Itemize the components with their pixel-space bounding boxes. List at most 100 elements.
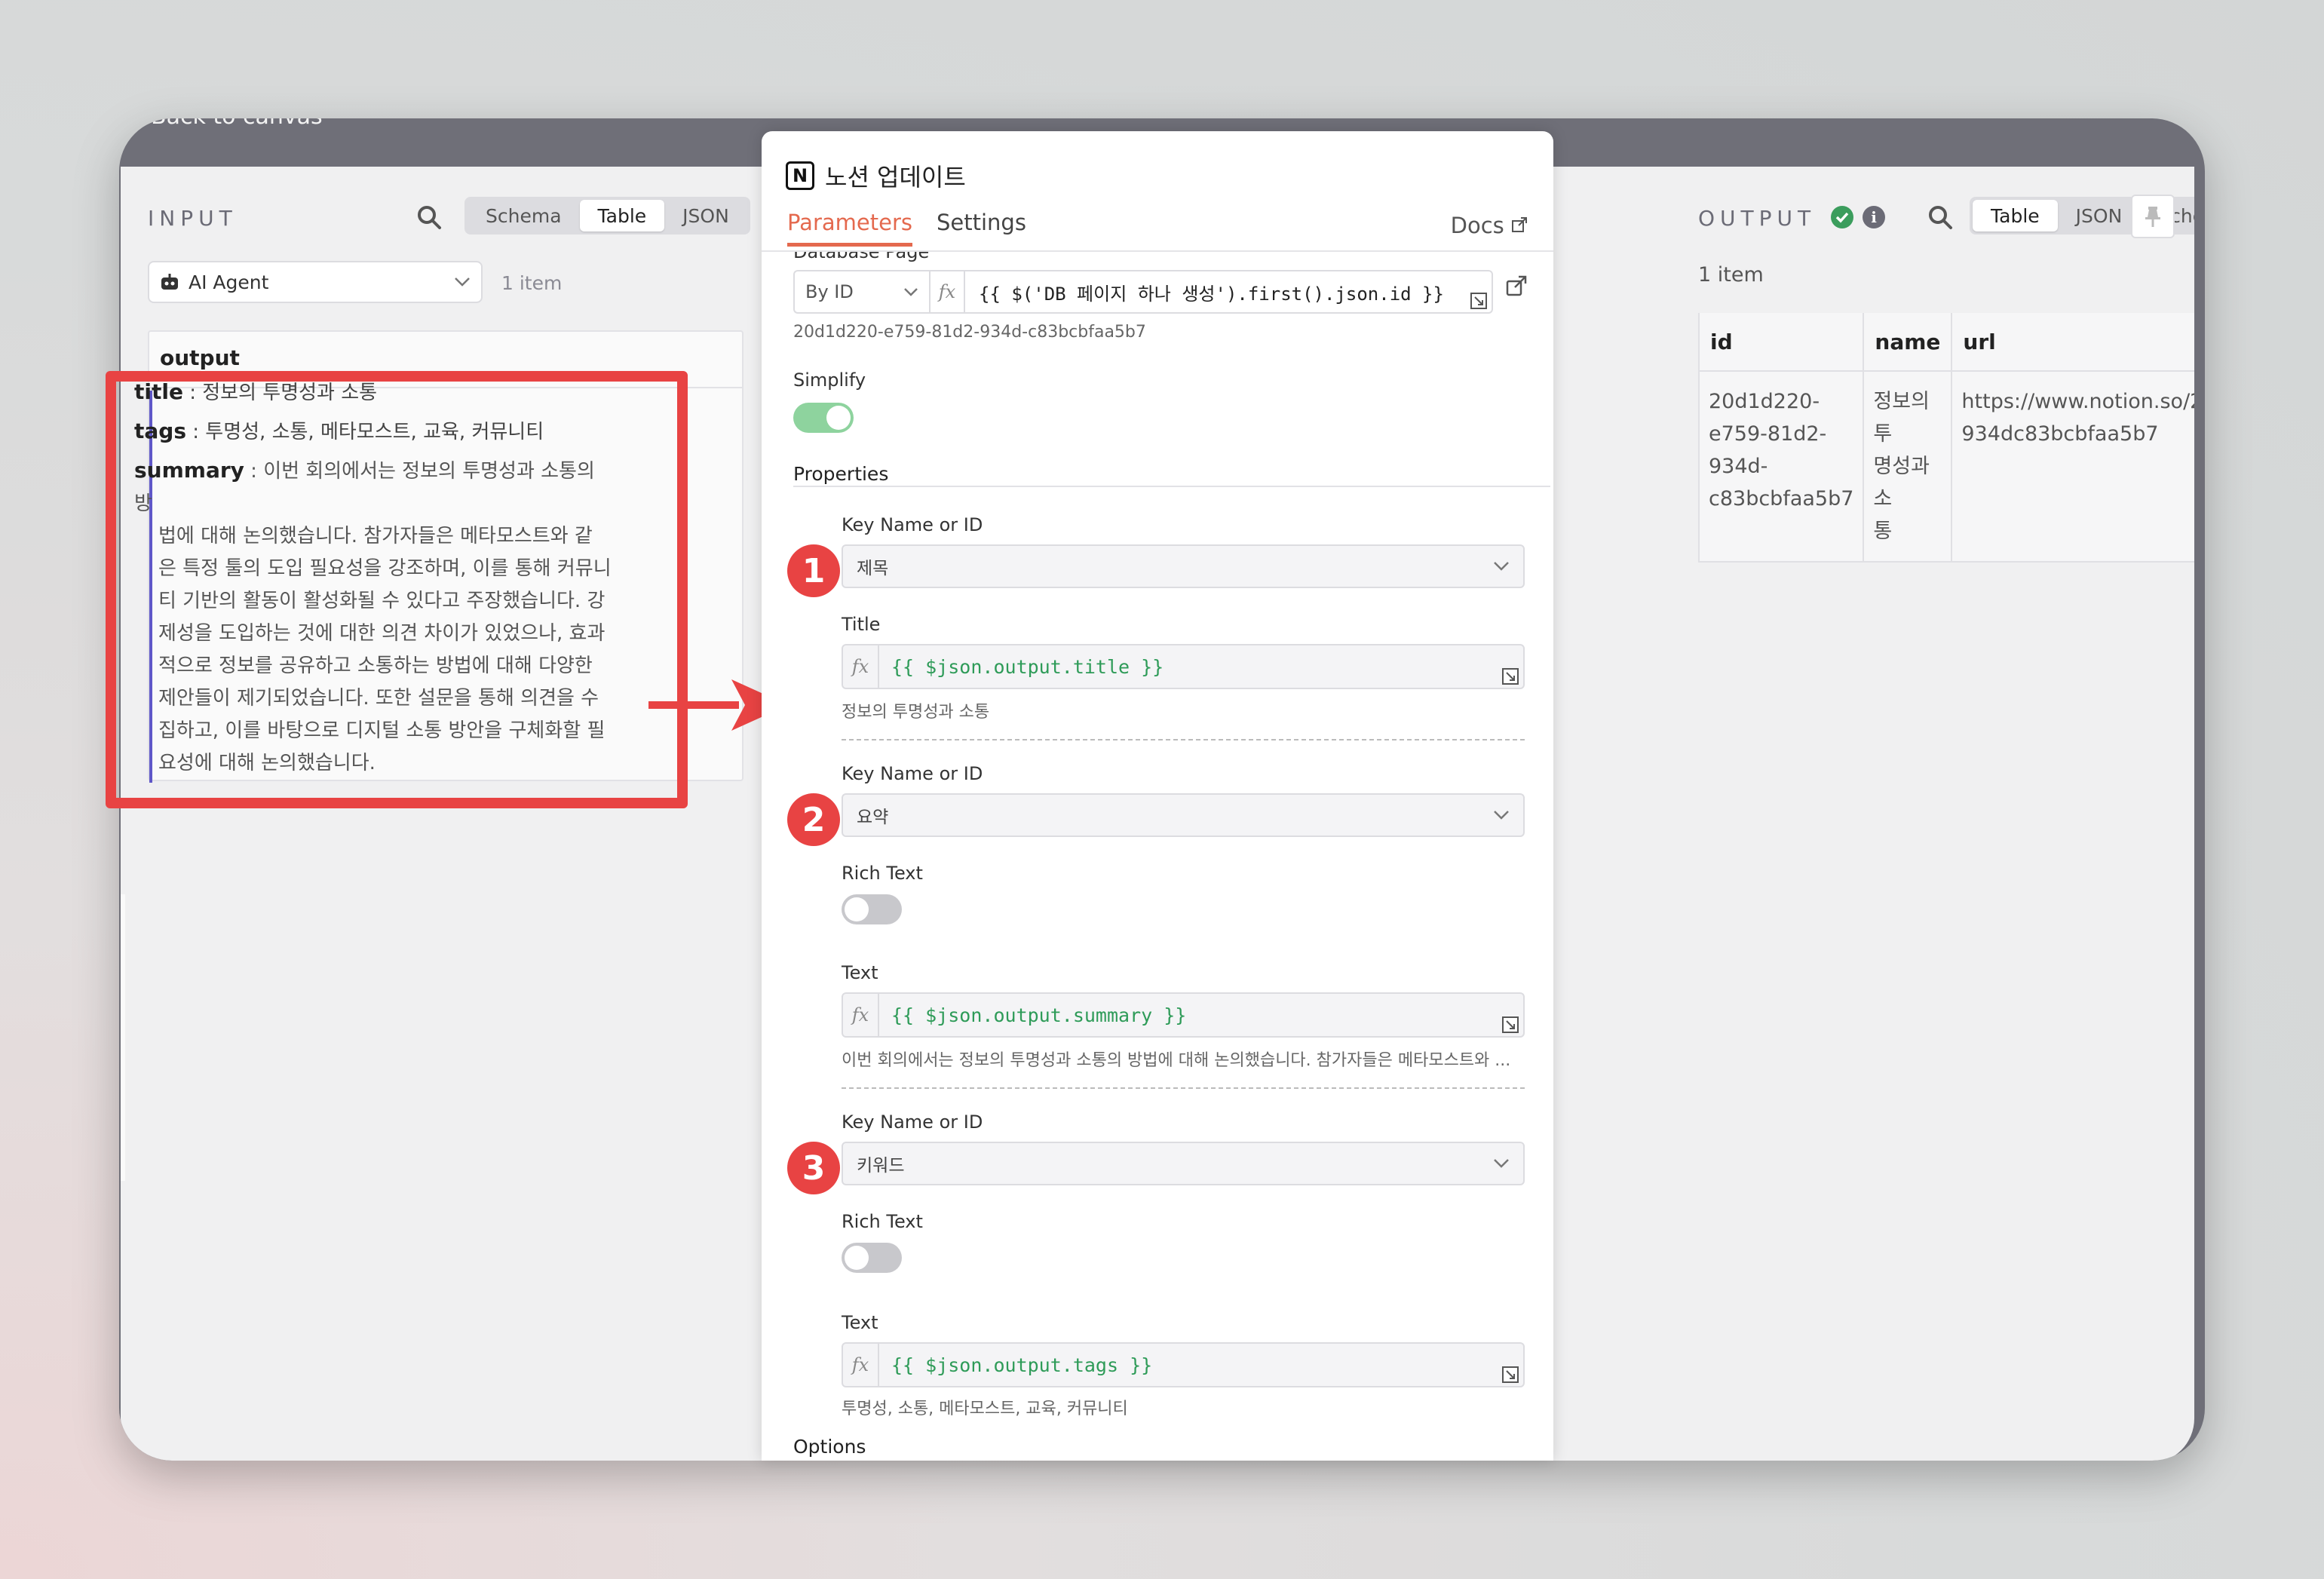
expand-icon[interactable]: [1502, 668, 1519, 685]
expand-icon[interactable]: [1502, 1366, 1519, 1383]
property-separator: [842, 739, 1525, 740]
column-header-url: url: [1951, 313, 2194, 372]
toggle-knob: [845, 1246, 869, 1270]
title-field-label: Title: [842, 614, 881, 635]
expand-icon[interactable]: [1502, 1016, 1519, 1033]
success-check-icon: [1831, 206, 1853, 228]
table-row: 20d1d220- e759-81d2- 934d- c83bcbfaa5b7 …: [1697, 370, 2194, 563]
database-page-field: By ID fx {{ $('DB 페이지 하나 생성').first().js…: [793, 270, 1528, 314]
cell-name: 정보의 투 명성과 소 통: [1863, 370, 1953, 563]
cell-line: e759-81d2-: [1709, 422, 1827, 446]
cell-line: 934d-: [1709, 455, 1768, 478]
highlight-box: [106, 371, 688, 808]
column-header-id: id: [1697, 313, 1865, 372]
key-name-select[interactable]: 제목: [842, 544, 1525, 588]
output-panel: OUTPUT i Table JSON Schema: [1576, 167, 2194, 1461]
open-link-icon[interactable]: [1505, 274, 1528, 297]
cell-id: 20d1d220- e759-81d2- 934d- c83bcbfaa5b7: [1697, 370, 1865, 563]
output-table: id name url 20d1d220- e759-81d2- 934d- c…: [1697, 313, 2194, 563]
output-view-table[interactable]: Table: [1973, 200, 2058, 231]
cell-url: https://www.notion.so/20d1d220e 934dc83b…: [1951, 370, 2194, 563]
chevron-down-icon: [1494, 811, 1509, 820]
rich-text-toggle[interactable]: [842, 894, 902, 924]
parameters-panel: N 노션 업데이트 Parameters Settings Docs Datab…: [762, 131, 1553, 1461]
robot-icon: [161, 274, 178, 290]
database-id-expression[interactable]: {{ $('DB 페이지 하나 생성').first().json.id }}: [965, 270, 1493, 314]
output-column-header: output: [160, 345, 240, 370]
cell-line: https://www.notion.so/20d1d220e: [1961, 390, 2194, 413]
search-icon[interactable]: [1927, 204, 1953, 230]
key-name-select[interactable]: 키워드: [842, 1142, 1525, 1185]
expression-preview: 이번 회의에서는 정보의 투명성과 소통의 방법에 대해 논의했습니다. 참가자…: [842, 1051, 1511, 1070]
back-to-canvas-link[interactable]: Back to canvas: [151, 118, 323, 130]
chevron-down-icon: [1494, 1159, 1509, 1168]
database-expression-text: {{ $('DB 페이지 하나 생성').first().json.id }}: [979, 283, 1444, 305]
chevron-down-icon: [904, 288, 918, 296]
rich-text-toggle[interactable]: [842, 1243, 902, 1273]
tags-expression-input[interactable]: fx {{ $json.output.tags }}: [842, 1342, 1525, 1387]
fx-icon: fx: [843, 645, 879, 688]
property-separator: [842, 1087, 1525, 1089]
cell-line: 934dc83bcbfaa5b7: [1961, 422, 2159, 446]
external-link-icon: [1512, 217, 1527, 232]
expression-preview: 투명성, 소통, 메타모스트, 교육, 커뮤니티: [842, 1400, 1128, 1418]
cell-line: 통: [1873, 520, 1893, 543]
key-name-select[interactable]: 요약: [842, 793, 1525, 837]
tab-settings[interactable]: Settings: [937, 210, 1026, 247]
text-field-label: Text: [842, 962, 878, 983]
node-tabs: Parameters Settings: [787, 210, 1050, 247]
cell-line: 20d1d220-: [1709, 390, 1820, 413]
title-expression-input[interactable]: fx {{ $json.output.title }}: [842, 644, 1525, 689]
simplify-toggle[interactable]: [793, 403, 854, 433]
tab-parameters[interactable]: Parameters: [787, 210, 912, 247]
input-panel-title: INPUT: [148, 206, 238, 231]
pin-data-button[interactable]: [2131, 195, 2175, 238]
fx-icon: fx: [929, 270, 965, 314]
key-name-label: Key Name or ID: [842, 763, 983, 784]
column-header-name: name: [1863, 313, 1953, 372]
fx-icon: fx: [843, 994, 879, 1036]
summary-expression-input[interactable]: fx {{ $json.output.summary }}: [842, 992, 1525, 1038]
expression-preview: 정보의 투명성과 소통: [842, 703, 990, 722]
expression-text: {{ $json.output.title }}: [891, 655, 1164, 678]
database-id-hint: 20d1d220-e759-81d2-934d-c83bcbfaa5b7: [793, 323, 1146, 342]
step-badge: 3: [787, 1142, 840, 1194]
docs-link[interactable]: Docs: [1451, 213, 1528, 238]
cell-line: c83bcbfaa5b7: [1709, 487, 1854, 510]
expression-text: {{ $json.output.tags }}: [891, 1354, 1153, 1376]
search-icon[interactable]: [416, 204, 442, 230]
cell-line: 명성과 소: [1873, 455, 1930, 510]
docs-label: Docs: [1450, 213, 1504, 238]
expand-icon[interactable]: [1470, 293, 1487, 309]
database-mode-label: By ID: [805, 281, 854, 302]
step-badge: 1: [787, 544, 840, 597]
pin-icon: [2145, 207, 2160, 227]
input-panel: INPUT Schema Table JSON AI Agent 1 item …: [121, 167, 762, 1461]
fx-icon: fx: [843, 1344, 879, 1386]
output-item-count: 1 item: [1698, 263, 1764, 287]
options-label: Options: [793, 1436, 866, 1458]
input-view-schema[interactable]: Schema: [468, 200, 580, 231]
chevron-down-icon: [1494, 562, 1509, 571]
output-panel-title: OUTPUT: [1698, 206, 1817, 231]
output-view-json[interactable]: JSON: [2058, 200, 2141, 231]
toggle-knob: [826, 406, 851, 430]
database-mode-select[interactable]: By ID: [793, 270, 929, 314]
text-field-label: Text: [842, 1312, 878, 1333]
rich-text-label: Rich Text: [842, 1211, 923, 1232]
node-title[interactable]: 노션 업데이트: [825, 158, 966, 193]
chevron-down-icon: [455, 277, 470, 287]
input-node-select[interactable]: AI Agent: [148, 261, 483, 303]
rich-text-label: Rich Text: [842, 863, 923, 884]
key-name-label: Key Name or ID: [842, 1111, 983, 1133]
properties-divider: [793, 486, 1550, 487]
input-view-table[interactable]: Table: [579, 200, 665, 231]
key-name-label: Key Name or ID: [842, 514, 983, 535]
input-node-label: AI Agent: [189, 271, 269, 293]
toggle-knob: [845, 897, 869, 921]
input-item-count: 1 item: [501, 272, 563, 294]
cell-line: 정보의 투: [1873, 390, 1930, 446]
expression-text: {{ $json.output.summary }}: [891, 1004, 1187, 1026]
info-icon[interactable]: i: [1863, 206, 1885, 228]
input-view-json[interactable]: JSON: [664, 200, 747, 231]
